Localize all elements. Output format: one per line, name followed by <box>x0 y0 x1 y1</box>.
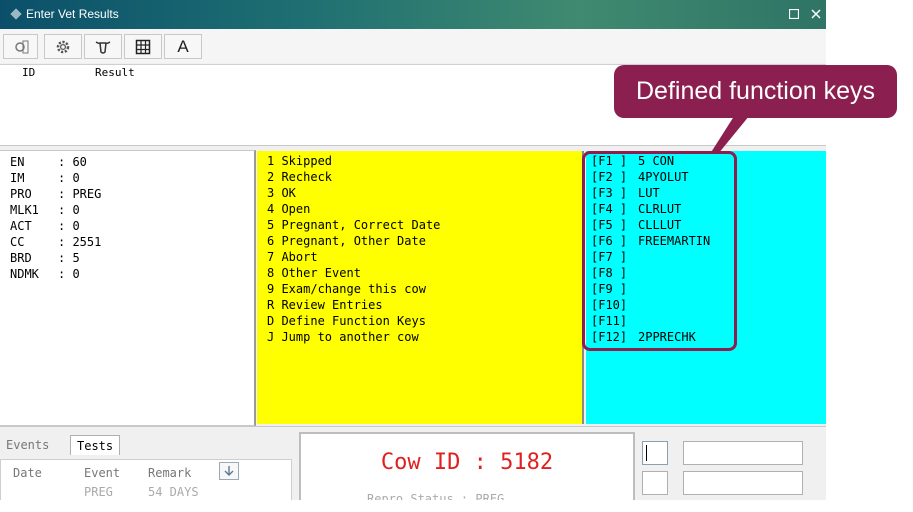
cow-info-row: IM: 0 <box>10 170 80 186</box>
cow-info-label: ACT <box>10 219 32 233</box>
text-cursor <box>646 445 647 461</box>
tab-tests[interactable]: Tests <box>70 435 121 455</box>
option-item[interactable]: 6 Pregnant, Other Date <box>267 233 426 249</box>
entry-field[interactable] <box>642 441 668 465</box>
window-title: Enter Vet Results <box>26 7 119 21</box>
option-item[interactable]: 3 OK <box>267 185 296 201</box>
result-field[interactable] <box>683 441 803 465</box>
option-item[interactable]: J Jump to another cow <box>267 329 419 345</box>
cow-head-icon <box>95 40 111 54</box>
cow-info-colon: : <box>58 219 73 233</box>
cow-info-value: 0 <box>72 267 80 281</box>
table-icon <box>135 39 151 54</box>
bottom-area: Events Tests Date Event Remark PREG 54 D… <box>0 426 826 500</box>
cow-info-label: CC <box>10 235 25 249</box>
cow-info-colon: : <box>58 251 73 265</box>
magnifier-icon <box>14 40 28 53</box>
entry-field-2[interactable] <box>642 471 668 495</box>
col-header-date[interactable]: Date <box>13 465 42 481</box>
option-item[interactable]: 9 Exam/change this cow <box>267 281 426 297</box>
option-item[interactable]: 1 Skipped <box>267 153 332 169</box>
col-header-event[interactable]: Event <box>84 465 120 481</box>
cow-info-value: 60 <box>72 155 87 169</box>
gear-icon <box>56 40 70 53</box>
maximize-icon <box>788 8 800 20</box>
col-header-remark[interactable]: Remark <box>148 465 191 481</box>
cow-info-row: CC: 2551 <box>10 234 101 250</box>
maximize-button[interactable] <box>786 6 802 22</box>
cow-info-label: MLK1 <box>10 203 39 217</box>
option-item[interactable]: D Define Function Keys <box>267 313 426 329</box>
cow-info-colon: : <box>58 235 73 249</box>
settings-button[interactable] <box>44 34 82 59</box>
close-icon <box>811 9 821 19</box>
col-header-result[interactable]: Result <box>95 65 135 81</box>
result-field-2[interactable] <box>683 471 803 495</box>
sort-button[interactable] <box>219 462 239 480</box>
cow-id-display: Cow ID : 5182 <box>380 450 554 475</box>
cow-info-value: 0 <box>72 203 80 217</box>
search-button[interactable] <box>3 34 38 59</box>
cow-info-label: PRO <box>10 187 32 201</box>
callout-defined-function-keys: Defined function keys <box>614 65 897 118</box>
function-keys-highlight <box>582 151 737 351</box>
cow-info-colon: : <box>58 203 73 217</box>
tab-events[interactable]: Events <box>0 435 55 455</box>
options-panel[interactable]: 1 Skipped 2 Recheck 3 OK 4 Open 5 Pregnant, … <box>257 151 584 424</box>
option-item[interactable]: 7 Abort <box>267 249 318 265</box>
cow-info-value: 0 <box>72 219 80 233</box>
cow-info-colon: : <box>58 267 73 281</box>
cow-info-value: 0 <box>72 171 80 185</box>
table-button[interactable] <box>124 34 162 59</box>
events-table: Date Event Remark PREG 54 DAYS <box>0 459 292 500</box>
event-row-remark: 54 DAYS <box>148 485 199 499</box>
cow-info-value: 5 <box>72 251 80 265</box>
toolbar: A <box>0 29 826 63</box>
cow-info-row: MLK1: 0 <box>10 202 80 218</box>
repro-status-text: Repro Status : PREG <box>367 492 505 500</box>
cow-info-row: BRD: 5 <box>10 250 80 266</box>
title-bar: Enter Vet Results <box>0 0 826 29</box>
close-button[interactable] <box>808 6 824 22</box>
cow-info-label: IM <box>10 171 25 185</box>
cow-info-row: EN: 60 <box>10 154 87 170</box>
cow-info-row: ACT: 0 <box>10 218 80 234</box>
cow-info-row: NDMK: 0 <box>10 266 80 282</box>
cow-info-colon: : <box>58 171 73 185</box>
cow-info-colon: : <box>58 187 73 201</box>
font-button[interactable]: A <box>164 34 202 59</box>
cow-info-panel: EN: 60 IM: 0 PRO: PREG MLK1: 0 ACT: 0 CC: 255… <box>0 150 256 426</box>
arrow-down-icon <box>224 466 234 476</box>
option-item[interactable]: R Review Entries <box>267 297 383 313</box>
cow-info-label: BRD <box>10 251 32 265</box>
cow-id-box: Cow ID : 5182 Repro Status : PREG <box>299 432 635 500</box>
event-row-event: PREG <box>84 485 113 499</box>
cow-info-colon: : <box>58 155 73 169</box>
cow-button[interactable] <box>84 34 122 59</box>
col-header-id[interactable]: ID <box>22 65 35 81</box>
option-item[interactable]: 2 Recheck <box>267 169 332 185</box>
option-item[interactable]: 4 Open <box>267 201 310 217</box>
cow-info-value: 2551 <box>72 235 102 249</box>
cow-info-value: PREG <box>72 187 102 201</box>
cow-info-label: EN <box>10 155 25 169</box>
cow-info-row: PRO: PREG <box>10 186 101 202</box>
cow-info-label: NDMK <box>10 267 39 281</box>
app-icon <box>10 8 22 20</box>
font-a-icon: A <box>177 36 189 56</box>
option-item[interactable]: 8 Other Event <box>267 265 361 281</box>
option-item[interactable]: 5 Pregnant, Correct Date <box>267 217 440 233</box>
